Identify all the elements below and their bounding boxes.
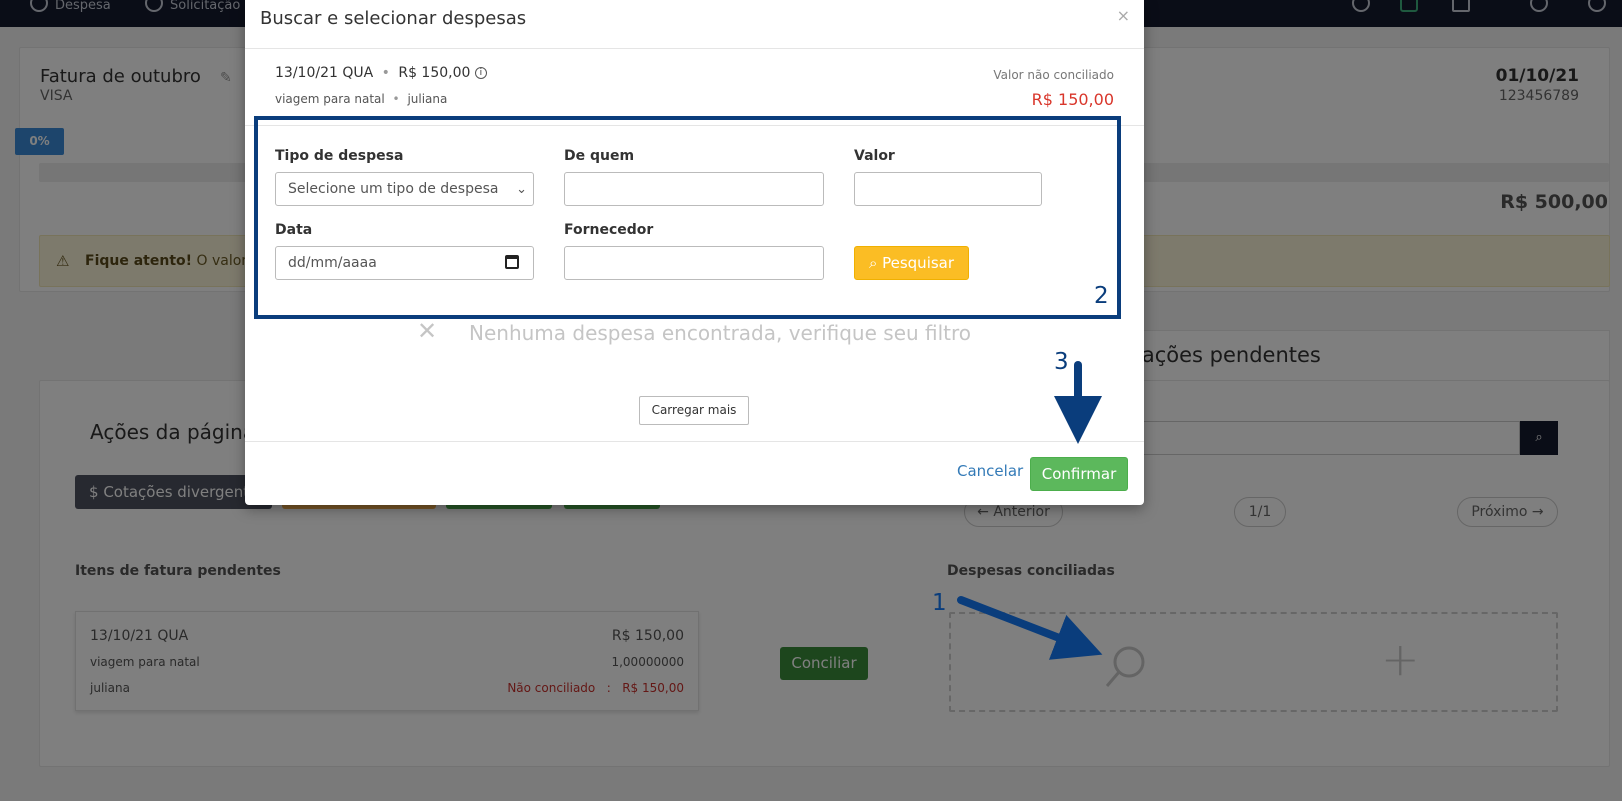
arrow-1	[957, 596, 1103, 660]
annotation-arrows	[957, 361, 1103, 660]
